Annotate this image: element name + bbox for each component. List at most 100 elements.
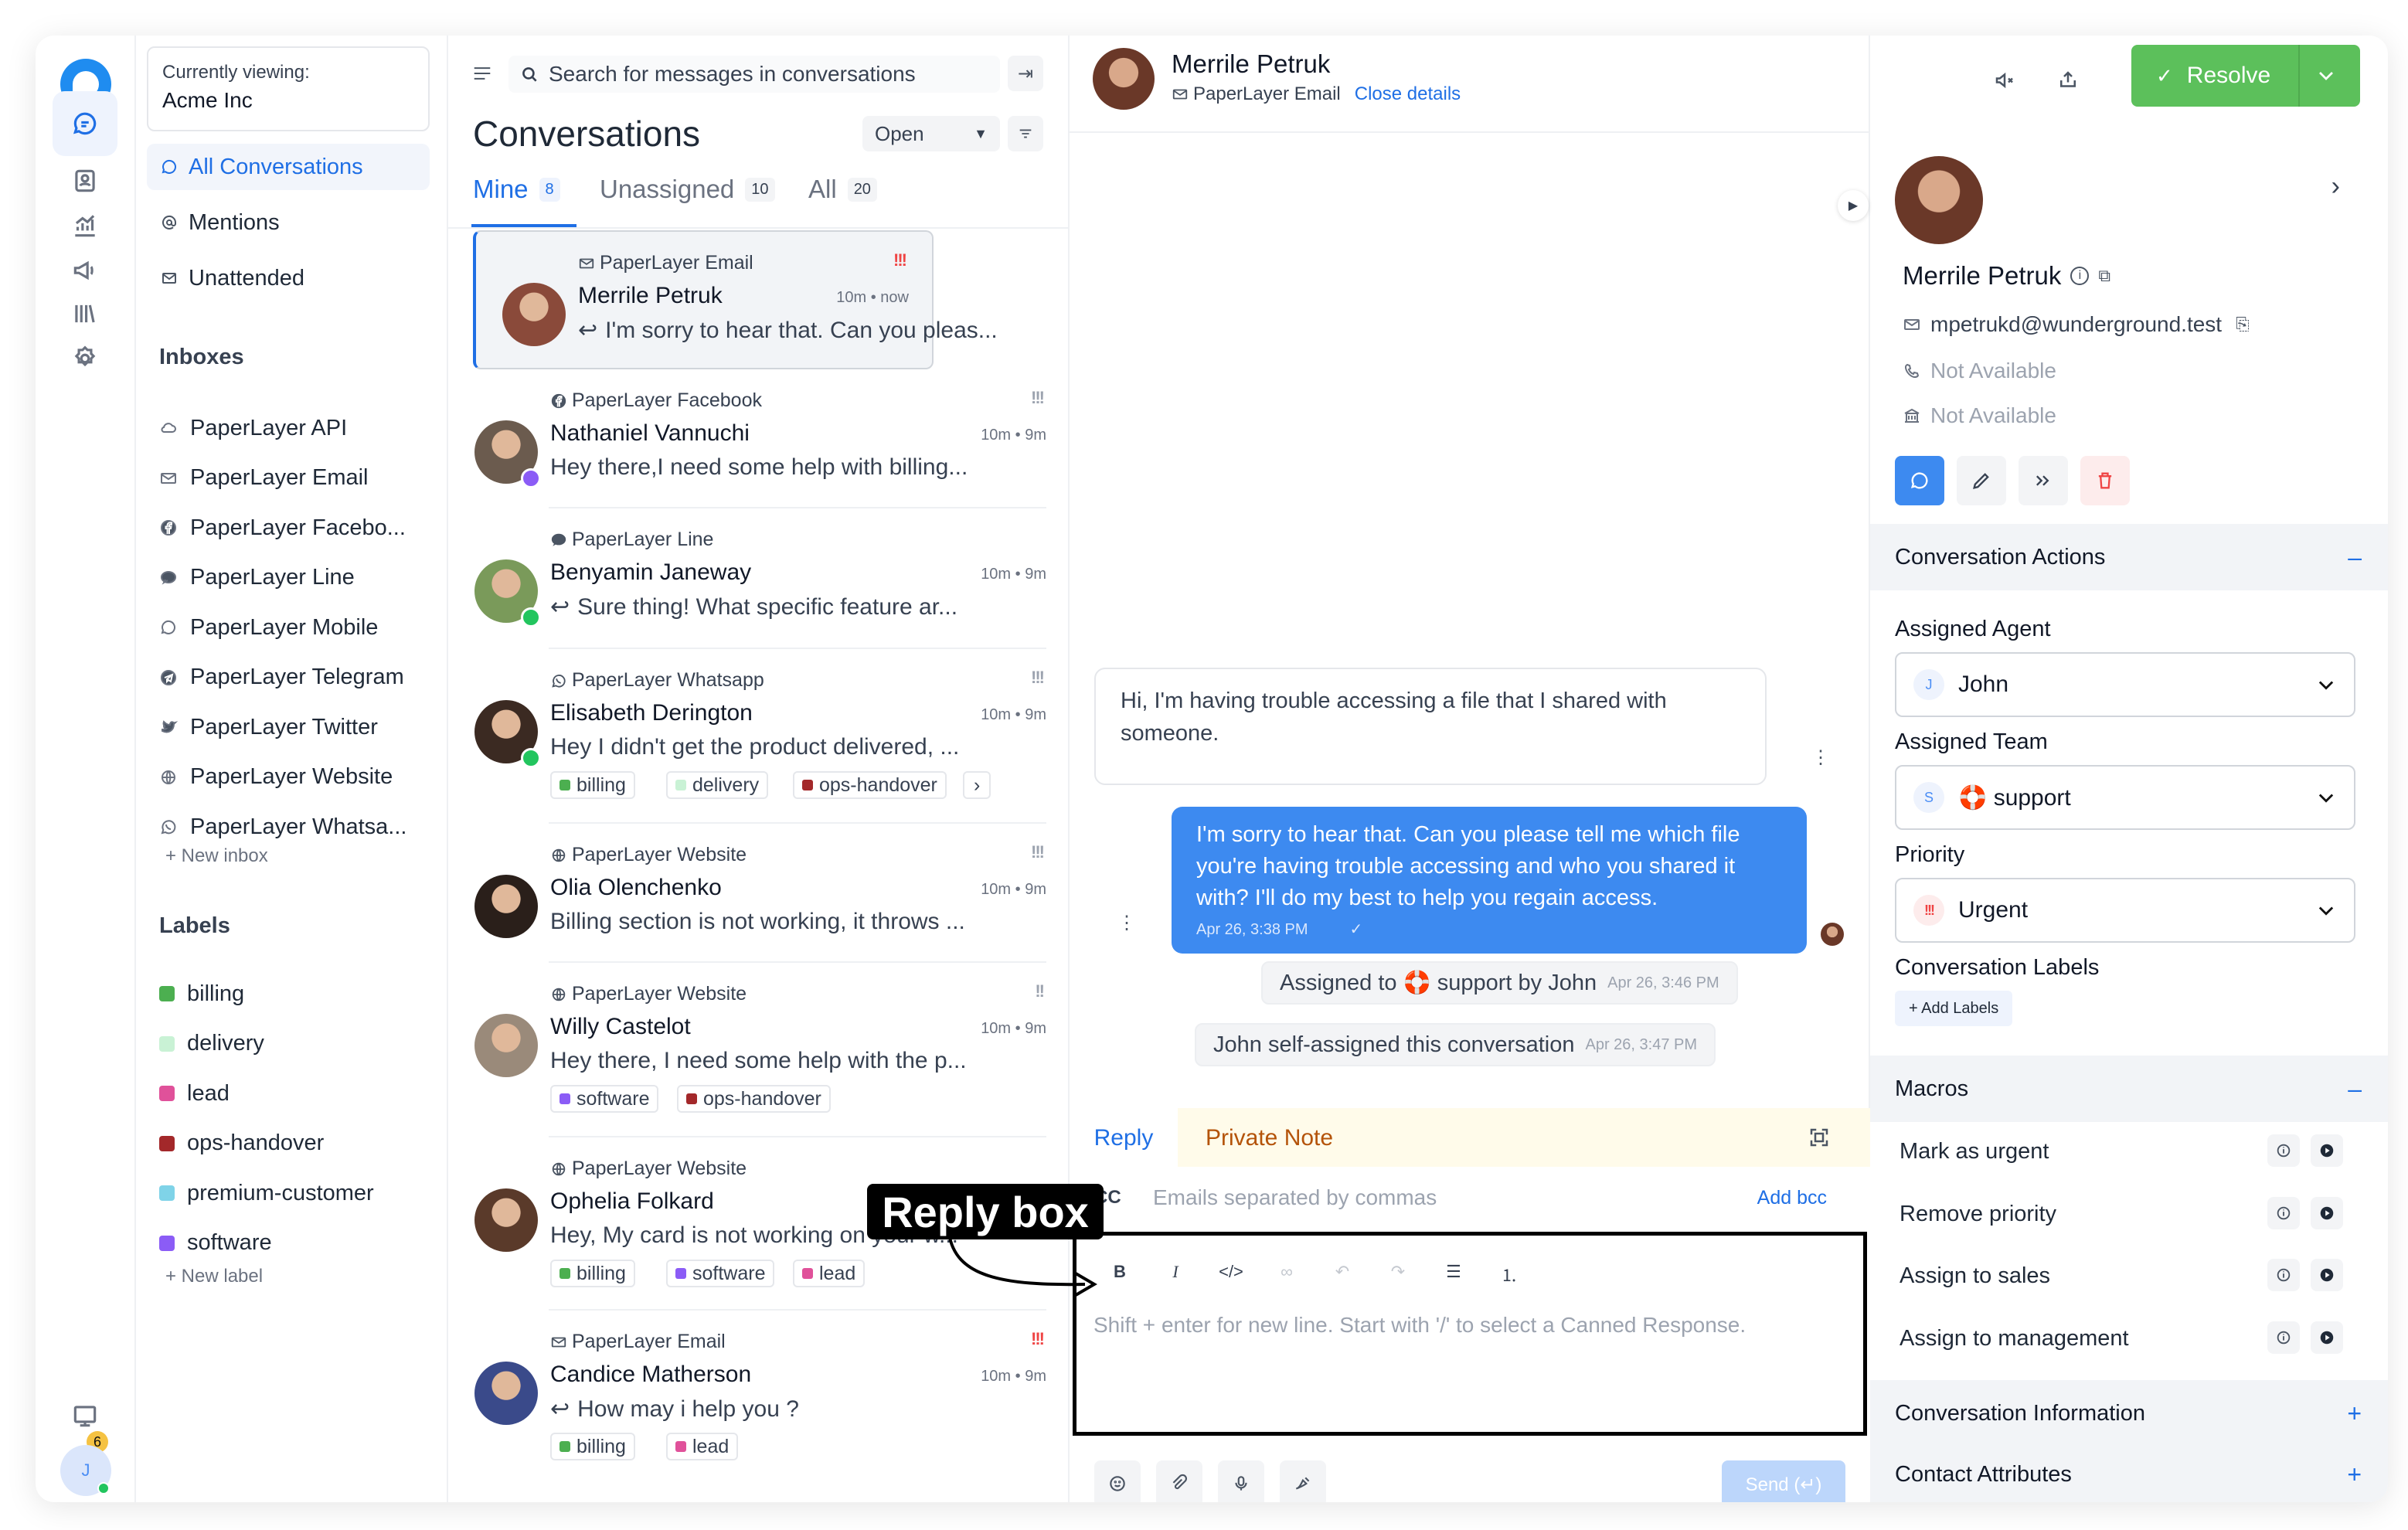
expand-panel-icon[interactable]: ▶ (1838, 190, 1869, 221)
sidebar-inbox-item[interactable]: PaperLayer API (159, 410, 347, 447)
sidebar-label-text: lead (187, 1080, 230, 1106)
assigned-team-select[interactable]: S 🛟 support (1895, 765, 2355, 830)
expand-editor-icon[interactable] (1804, 1122, 1835, 1153)
sidebar-inbox-item[interactable]: PaperLayer Telegram (159, 659, 404, 696)
label-color-swatch (686, 1093, 697, 1104)
undo-icon[interactable]: ↶ (1315, 1262, 1370, 1287)
label-color-swatch (559, 1093, 570, 1104)
settings-icon[interactable] (53, 326, 117, 391)
status-filter-select[interactable]: Open ▼ (862, 116, 1000, 151)
sidebar-label-item[interactable]: ops-handover (159, 1125, 324, 1162)
macro-run-icon[interactable] (2311, 1196, 2343, 1229)
merge-contact-button[interactable] (2019, 456, 2068, 505)
delete-contact-button[interactable] (2080, 456, 2130, 505)
contact-avatar (474, 875, 538, 938)
microphone-icon[interactable] (1218, 1460, 1264, 1502)
conversations-icon[interactable] (53, 91, 117, 156)
sidebar-inbox-item[interactable]: PaperLayer Email (159, 460, 369, 497)
macro-info-icon[interactable] (2267, 1259, 2300, 1291)
reply-editor[interactable]: B I </> ∞ ↶ ↷ ☰ ⒈ Shift + enter for new … (1073, 1232, 1867, 1436)
add-labels-button[interactable]: + Add Labels (1895, 991, 2013, 1026)
conversation-actions-header[interactable]: Conversation Actions – (1870, 524, 2388, 590)
bullet-list-icon[interactable]: ☰ (1426, 1262, 1481, 1287)
link-icon[interactable]: ∞ (1259, 1262, 1315, 1287)
message-menu-icon[interactable]: ⋮ (1117, 914, 1136, 933)
menu-icon[interactable] (473, 65, 491, 82)
close-details-link[interactable]: Close details (1355, 83, 1461, 105)
sidebar-inbox-item[interactable]: PaperLayer Facebo... (159, 509, 406, 546)
italic-icon[interactable]: I (1148, 1262, 1203, 1287)
conversation-item[interactable]: PaperLayer Facebook!!! Nathaniel Vannuchi… (448, 369, 1070, 508)
sidebar-inbox-item[interactable]: PaperLayer Whatsa... (159, 808, 406, 845)
user-avatar[interactable]: J (60, 1445, 111, 1496)
conversation-item[interactable]: PaperLayer Whatsapp!!! Elisabeth Deringto… (448, 649, 1070, 824)
tab-unassigned[interactable]: Unassigned 10 (600, 175, 775, 204)
redo-icon[interactable]: ↷ (1370, 1262, 1426, 1287)
conversation-item[interactable]: PaperLayer Line Benyamin Janeway 10m • 9m ↩… (448, 508, 1070, 649)
contact-attributes-header[interactable]: Contact Attributes + (1870, 1447, 2388, 1502)
incoming-message: Hi, I'm having trouble accessing a file … (1094, 668, 1767, 785)
sidebar-item-all-conversations[interactable]: All Conversations (147, 144, 430, 190)
priority-select[interactable]: !!! Urgent (1895, 878, 2355, 943)
account-switcher[interactable]: Currently viewing: Acme Inc (147, 46, 430, 131)
sidebar-label-item[interactable]: delivery (159, 1025, 264, 1062)
cc-input[interactable]: Emails separated by commas (1153, 1185, 1437, 1210)
macro-run-icon[interactable] (2311, 1321, 2343, 1354)
chevron-right-icon[interactable]: › (2331, 172, 2340, 202)
sidebar-label-item[interactable]: billing (159, 975, 244, 1012)
add-bcc-link[interactable]: Add bcc (1757, 1187, 1827, 1209)
sidebar-inbox-item[interactable]: PaperLayer Twitter (159, 709, 378, 746)
conversation-time: 10m • 9m (981, 706, 1046, 723)
priority-icon: !!! (1031, 388, 1045, 407)
emoji-icon[interactable] (1094, 1460, 1141, 1502)
macro-info-icon[interactable] (2267, 1196, 2300, 1229)
activity-message: Assigned to 🛟 support by John Apr 26, 3:… (1261, 961, 1738, 1005)
sidebar-item-mentions[interactable]: Mentions (147, 199, 430, 246)
sidebar-label-item[interactable]: premium-customer (159, 1175, 374, 1212)
macro-run-icon[interactable] (2311, 1134, 2343, 1167)
tab-private-note[interactable]: Private Note (1178, 1108, 1870, 1168)
tab-mine[interactable]: Mine 8 (473, 175, 560, 204)
sidebar-inbox-item[interactable]: PaperLayer Mobile (159, 609, 378, 646)
numbered-list-icon[interactable]: ⒈ (1481, 1262, 1537, 1287)
sidebar-inbox-item[interactable]: PaperLayer Line (159, 559, 355, 597)
new-label-link[interactable]: + New label (165, 1266, 263, 1287)
attachment-icon[interactable] (1156, 1460, 1202, 1502)
conversation-item[interactable]: PaperLayer Email!!! Merrile Petruk 10m • n… (473, 230, 998, 369)
info-icon[interactable]: i (2070, 267, 2090, 285)
tab-all[interactable]: All 20 (808, 175, 877, 204)
edit-contact-button[interactable] (1957, 456, 2006, 505)
tab-reply[interactable]: Reply (1070, 1108, 1178, 1168)
conversation-item[interactable]: PaperLayer Email!!! Candice Matherson 10m … (448, 1311, 1070, 1485)
macro-info-icon[interactable] (2267, 1134, 2300, 1167)
send-button[interactable]: Send (↵) (1722, 1460, 1845, 1502)
macro-info-icon[interactable] (2267, 1321, 2300, 1354)
new-message-button[interactable] (1895, 456, 1944, 505)
sidebar-inbox-item[interactable]: PaperLayer Website (159, 759, 393, 796)
sidebar-item-unattended[interactable]: Unattended (147, 255, 430, 301)
signature-icon[interactable] (1280, 1460, 1326, 1502)
new-inbox-link[interactable]: + New inbox (165, 845, 268, 867)
contact-avatar[interactable] (1093, 48, 1155, 110)
filter-icon[interactable] (1008, 116, 1043, 151)
assigned-team-value: 🛟 support (1958, 784, 2071, 811)
macros-header[interactable]: Macros – (1870, 1056, 2388, 1122)
conversation-item[interactable]: PaperLayer Website!!! Olia Olenchenko 10m … (448, 824, 1070, 963)
collapse-list-icon[interactable]: ⇥ (1008, 56, 1043, 91)
contact-company-row: Not Available (1903, 403, 2056, 428)
conversation-labels-label: Conversation Labels (1895, 955, 2100, 980)
label-color-swatch (675, 1268, 686, 1279)
macro-run-icon[interactable] (2311, 1259, 2343, 1291)
search-input[interactable]: Search for messages in conversations (508, 56, 1000, 93)
code-icon[interactable]: </> (1203, 1262, 1259, 1287)
external-link-icon[interactable]: ⧉ (2098, 266, 2110, 286)
sidebar-label-item[interactable]: software (159, 1225, 272, 1262)
message-menu-icon[interactable]: ⋮ (1811, 749, 1830, 767)
contact-panel-name-text: Merrile Petruk (1903, 261, 2062, 290)
conversation-item[interactable]: PaperLayer Website!! Willy Castelot 10m • … (448, 963, 1070, 1137)
more-labels-icon[interactable]: › (963, 771, 991, 799)
copy-icon[interactable]: ⎘ (2236, 314, 2250, 335)
conversation-information-header[interactable]: Conversation Information + (1870, 1380, 2388, 1447)
assigned-agent-select[interactable]: J John (1895, 652, 2355, 717)
sidebar-label-item[interactable]: lead (159, 1075, 230, 1112)
